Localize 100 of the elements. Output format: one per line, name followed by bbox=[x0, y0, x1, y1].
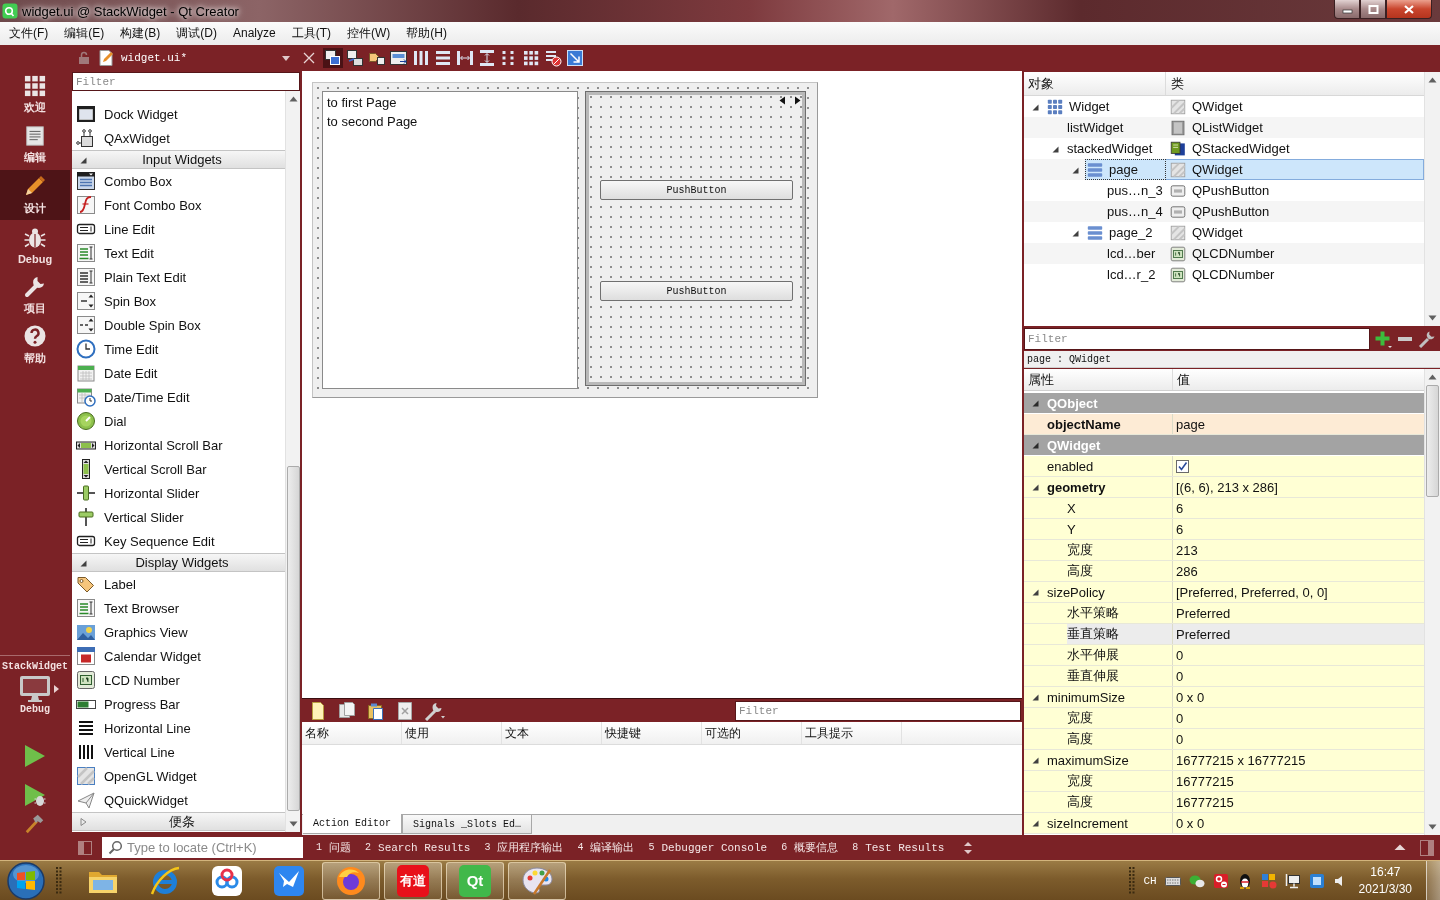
taskbar-button[interactable]: 有道 bbox=[384, 861, 442, 900]
mode-button[interactable]: Debug bbox=[0, 220, 70, 270]
filter-field[interactable]: Filter bbox=[735, 700, 1021, 721]
clock-date[interactable]: 2021/3/30 bbox=[1358, 880, 1412, 898]
property-row[interactable]: sizePolicy [Preferred, Preferred, 0, 0] bbox=[1024, 582, 1424, 603]
taskbar-button[interactable] bbox=[508, 861, 566, 900]
tray-app-icon[interactable] bbox=[1308, 872, 1325, 889]
tray-app-icon[interactable] bbox=[1212, 872, 1229, 889]
output-pane-button[interactable]: 3 应用程序输出 bbox=[477, 837, 571, 858]
scrollbar-thumb[interactable] bbox=[286, 466, 300, 811]
widget-list-item[interactable]: Graphics View bbox=[72, 620, 285, 644]
tree-row[interactable]: lcd…ber QLCDNumber bbox=[1024, 243, 1424, 264]
property-row[interactable]: objectName page bbox=[1024, 414, 1424, 435]
output-pane-button[interactable]: 4 编译输出 bbox=[570, 837, 642, 858]
property-row[interactable]: 垂直伸展 0 bbox=[1024, 666, 1424, 687]
checkbox[interactable] bbox=[1176, 459, 1189, 473]
arrow-left-icon[interactable] bbox=[779, 96, 786, 105]
property-row[interactable]: 高度 0 bbox=[1024, 729, 1424, 750]
widget-list-item[interactable]: Calendar Widget bbox=[72, 644, 285, 668]
property-row[interactable]: sizeIncrement 0 x 0 bbox=[1024, 813, 1424, 834]
run-icon[interactable] bbox=[23, 744, 47, 768]
debug-run-icon[interactable] bbox=[23, 783, 47, 807]
menu-item[interactable]: 工具(T) bbox=[283, 23, 340, 44]
scrollbar[interactable] bbox=[1424, 72, 1440, 326]
close-icon[interactable] bbox=[303, 52, 315, 64]
list-item[interactable]: to second Page bbox=[327, 112, 573, 131]
column-header[interactable]: 类 bbox=[1166, 72, 1424, 95]
grid-layout-icon[interactable] bbox=[521, 48, 541, 68]
widget-list-item[interactable]: Label bbox=[72, 572, 285, 596]
sidebar-toggle-icon[interactable] bbox=[78, 840, 92, 855]
widget-list-item[interactable]: Vertical Scroll Bar bbox=[72, 457, 285, 481]
up-down-arrows-icon[interactable] bbox=[963, 840, 974, 855]
list-widget[interactable]: to first Page to second Page bbox=[322, 91, 578, 389]
tab[interactable]: Signals _Slots Ed… bbox=[402, 815, 533, 834]
mode-button[interactable]: 欢迎 bbox=[0, 70, 70, 120]
column-header[interactable]: 使用 bbox=[402, 722, 502, 744]
signals-slots-icon[interactable] bbox=[345, 48, 365, 68]
scrollbar[interactable] bbox=[285, 91, 300, 832]
arrow-right-icon[interactable] bbox=[794, 96, 801, 105]
widget-list-item[interactable]: Progress Bar bbox=[72, 692, 285, 716]
widget-list-item[interactable]: Horizontal Scroll Bar bbox=[72, 433, 285, 457]
push-button[interactable]: PushButton bbox=[600, 281, 793, 301]
break-layout-icon[interactable] bbox=[543, 48, 563, 68]
network-icon[interactable] bbox=[1284, 872, 1301, 889]
property-row[interactable]: 宽度 16777215 bbox=[1024, 771, 1424, 792]
output-pane-button[interactable]: 8 Test Results bbox=[845, 837, 952, 858]
category-header[interactable]: 便条 bbox=[72, 812, 285, 831]
property-row[interactable]: enabled bbox=[1024, 456, 1424, 477]
menu-item[interactable]: 构建(B) bbox=[112, 23, 169, 44]
property-row[interactable]: 高度 286 bbox=[1024, 561, 1424, 582]
close-button[interactable] bbox=[1386, 0, 1432, 19]
widget-list-item[interactable]: Spin Box bbox=[72, 289, 285, 313]
column-header[interactable]: 属性 bbox=[1024, 369, 1173, 390]
property-row[interactable]: X 6 bbox=[1024, 498, 1424, 519]
mode-button[interactable]: 帮助 bbox=[0, 320, 70, 370]
maximize-button[interactable] bbox=[1360, 0, 1386, 19]
widget-list-item[interactable]: Vertical Line bbox=[72, 740, 285, 764]
expander-icon[interactable] bbox=[1030, 818, 1040, 828]
scrollbar-thumb[interactable] bbox=[1426, 385, 1439, 497]
clock-time[interactable]: 16:47 bbox=[1370, 863, 1401, 881]
start-orb-icon[interactable] bbox=[6, 860, 46, 900]
column-header[interactable]: 文本 bbox=[502, 722, 602, 744]
kit-selector[interactable]: StackWidget Debug bbox=[0, 656, 70, 728]
widget-list-item[interactable]: Double Spin Box bbox=[72, 313, 285, 337]
filter-field[interactable]: Filter bbox=[72, 72, 300, 91]
menu-item[interactable]: 编辑(E) bbox=[56, 23, 113, 44]
property-row[interactable]: 水平伸展 0 bbox=[1024, 645, 1424, 666]
widget-list-item[interactable]: Combo Box bbox=[72, 169, 285, 193]
menu-item[interactable]: 调试(D) bbox=[168, 23, 225, 44]
property-row[interactable]: 宽度 0 bbox=[1024, 708, 1424, 729]
property-row[interactable]: Y 6 bbox=[1024, 519, 1424, 540]
widget-list-item[interactable]: Time Edit bbox=[72, 337, 285, 361]
widget-list-item[interactable]: Plain Text Edit bbox=[72, 265, 285, 289]
column-header[interactable]: 对象 bbox=[1024, 72, 1166, 95]
add-icon[interactable] bbox=[1374, 330, 1392, 348]
column-header[interactable]: 值 bbox=[1173, 369, 1424, 390]
widget-list-item[interactable]: Text Edit bbox=[72, 241, 285, 265]
property-row[interactable]: 宽度 213 bbox=[1024, 540, 1424, 561]
adjust-size-icon[interactable] bbox=[565, 48, 585, 68]
taskbar-button[interactable] bbox=[322, 861, 380, 900]
horizontal-splitter-icon[interactable] bbox=[455, 48, 475, 68]
expander-icon[interactable] bbox=[1030, 587, 1040, 597]
wrench-icon[interactable] bbox=[424, 700, 446, 721]
expander-icon[interactable] bbox=[1030, 755, 1040, 765]
output-pane-button[interactable]: 2 Search Results bbox=[358, 837, 478, 858]
tab-order-icon[interactable] bbox=[389, 48, 409, 68]
widget-list-item[interactable]: QAxWidget bbox=[72, 126, 285, 150]
mode-button[interactable]: 编辑 bbox=[0, 120, 70, 170]
scroll-down-icon[interactable] bbox=[1428, 315, 1437, 321]
property-row[interactable]: minimumSize 0 x 0 bbox=[1024, 687, 1424, 708]
tree-row[interactable]: listWidget QListWidget bbox=[1024, 117, 1424, 138]
expander-icon[interactable] bbox=[1030, 440, 1040, 450]
tree-row[interactable]: pus…n_4 QPushButton bbox=[1024, 201, 1424, 222]
vertical-splitter-icon[interactable] bbox=[477, 48, 497, 68]
output-pane-button[interactable]: 1 问题 bbox=[309, 837, 358, 858]
widget-list-item[interactable]: Dial bbox=[72, 409, 285, 433]
output-pane-button[interactable]: 5 Debugger Console bbox=[641, 837, 775, 858]
horizontal-layout-icon[interactable] bbox=[411, 48, 431, 68]
copy-icon[interactable] bbox=[337, 700, 357, 721]
menu-item[interactable]: 帮助(H) bbox=[398, 23, 456, 44]
